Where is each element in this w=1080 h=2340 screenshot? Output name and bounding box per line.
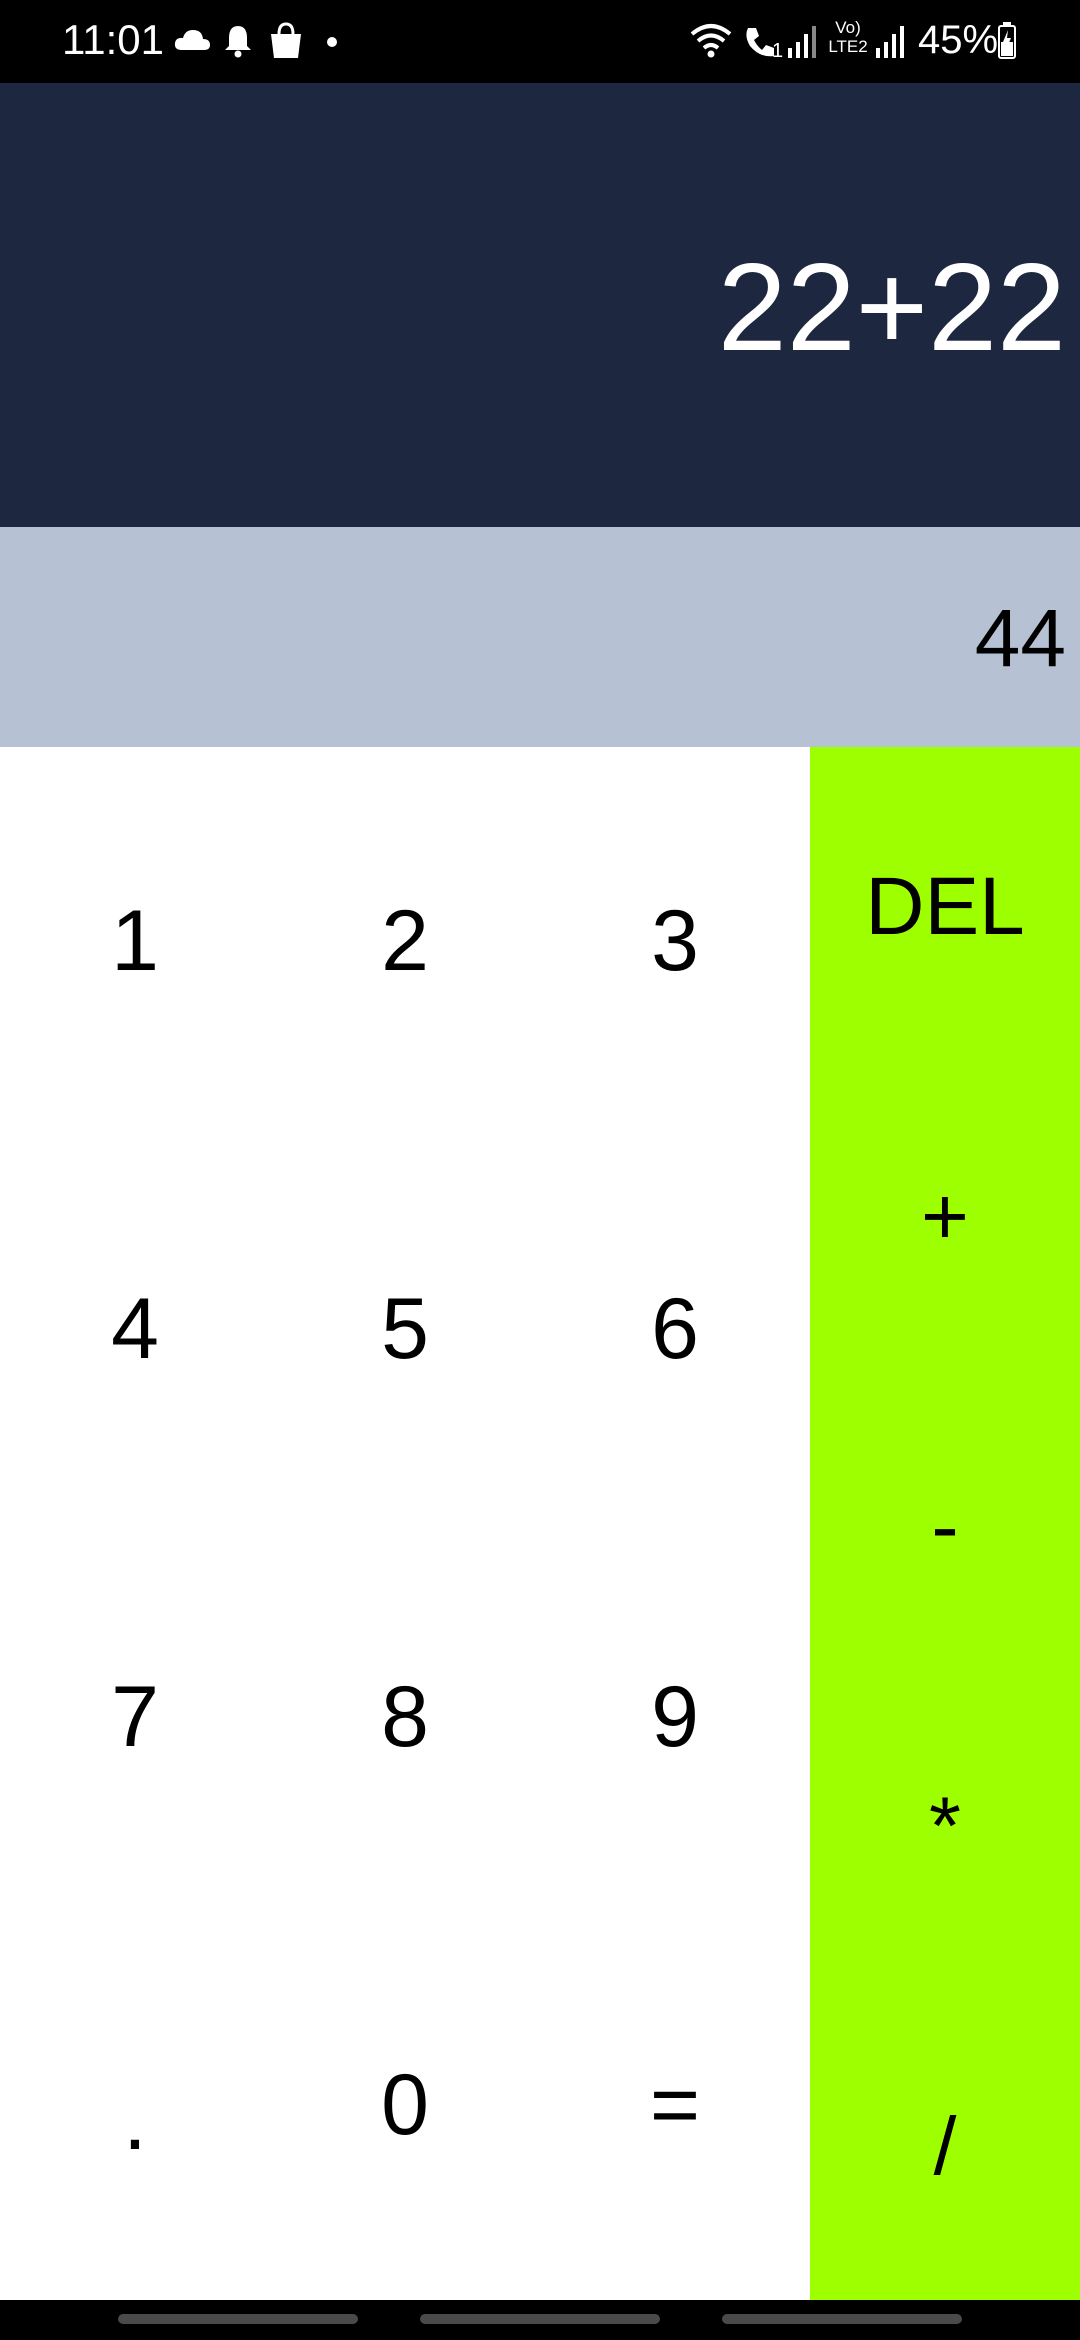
divide-button[interactable]: /	[810, 2067, 1080, 2227]
battery-percentage: 45%	[918, 18, 999, 62]
key-8[interactable]: 8	[270, 1523, 540, 1911]
multiply-button[interactable]: *	[810, 1747, 1080, 1907]
key-decimal[interactable]: .	[0, 1911, 270, 2299]
minus-button[interactable]: -	[810, 1447, 1080, 1607]
key-0[interactable]: 0	[270, 1911, 540, 2299]
volte-line-1: Vo)	[835, 18, 861, 37]
key-7[interactable]: 7	[0, 1523, 270, 1911]
shopping-bag-icon	[271, 22, 301, 58]
cloud-icon	[174, 30, 210, 50]
key-equals[interactable]: =	[540, 1911, 810, 2299]
number-keypad: 1 2 3 4 5 6 7 8 9 . 0 =	[0, 747, 810, 2300]
key-5[interactable]: 5	[270, 1135, 540, 1523]
nav-back-handle[interactable]	[722, 2314, 962, 2324]
bell-icon	[225, 26, 251, 58]
key-6[interactable]: 6	[540, 1135, 810, 1523]
expression-display: 22+22	[0, 83, 1080, 527]
nav-home-handle[interactable]	[420, 2314, 660, 2324]
signal-icon	[788, 26, 816, 58]
expression-text: 22+22	[717, 239, 1066, 377]
signal-icon-2	[876, 26, 904, 58]
volte-line-2: LTE2	[828, 37, 868, 56]
wifi-icon	[690, 24, 732, 58]
key-2[interactable]: 2	[270, 747, 540, 1135]
status-time: 11:01	[62, 16, 164, 63]
key-1[interactable]: 1	[0, 747, 270, 1135]
key-4[interactable]: 4	[0, 1135, 270, 1523]
key-3[interactable]: 3	[540, 747, 810, 1135]
status-bar: 11:01 1 Vo) LTE2 45%	[0, 0, 1080, 83]
operator-column: DEL + - * /	[810, 747, 1080, 2300]
delete-button[interactable]: DEL	[810, 827, 1080, 987]
key-9[interactable]: 9	[540, 1523, 810, 1911]
system-nav-bar	[0, 2300, 1080, 2340]
result-text: 44	[974, 593, 1066, 684]
nav-recents-handle[interactable]	[118, 2314, 358, 2324]
result-display: 44	[0, 527, 1080, 747]
plus-button[interactable]: +	[810, 1137, 1080, 1297]
dot-icon	[327, 37, 337, 47]
wifi-calling-subscript: 1	[772, 40, 784, 62]
battery-icon	[998, 22, 1016, 59]
volte-icon: Vo) LTE2	[824, 18, 872, 64]
